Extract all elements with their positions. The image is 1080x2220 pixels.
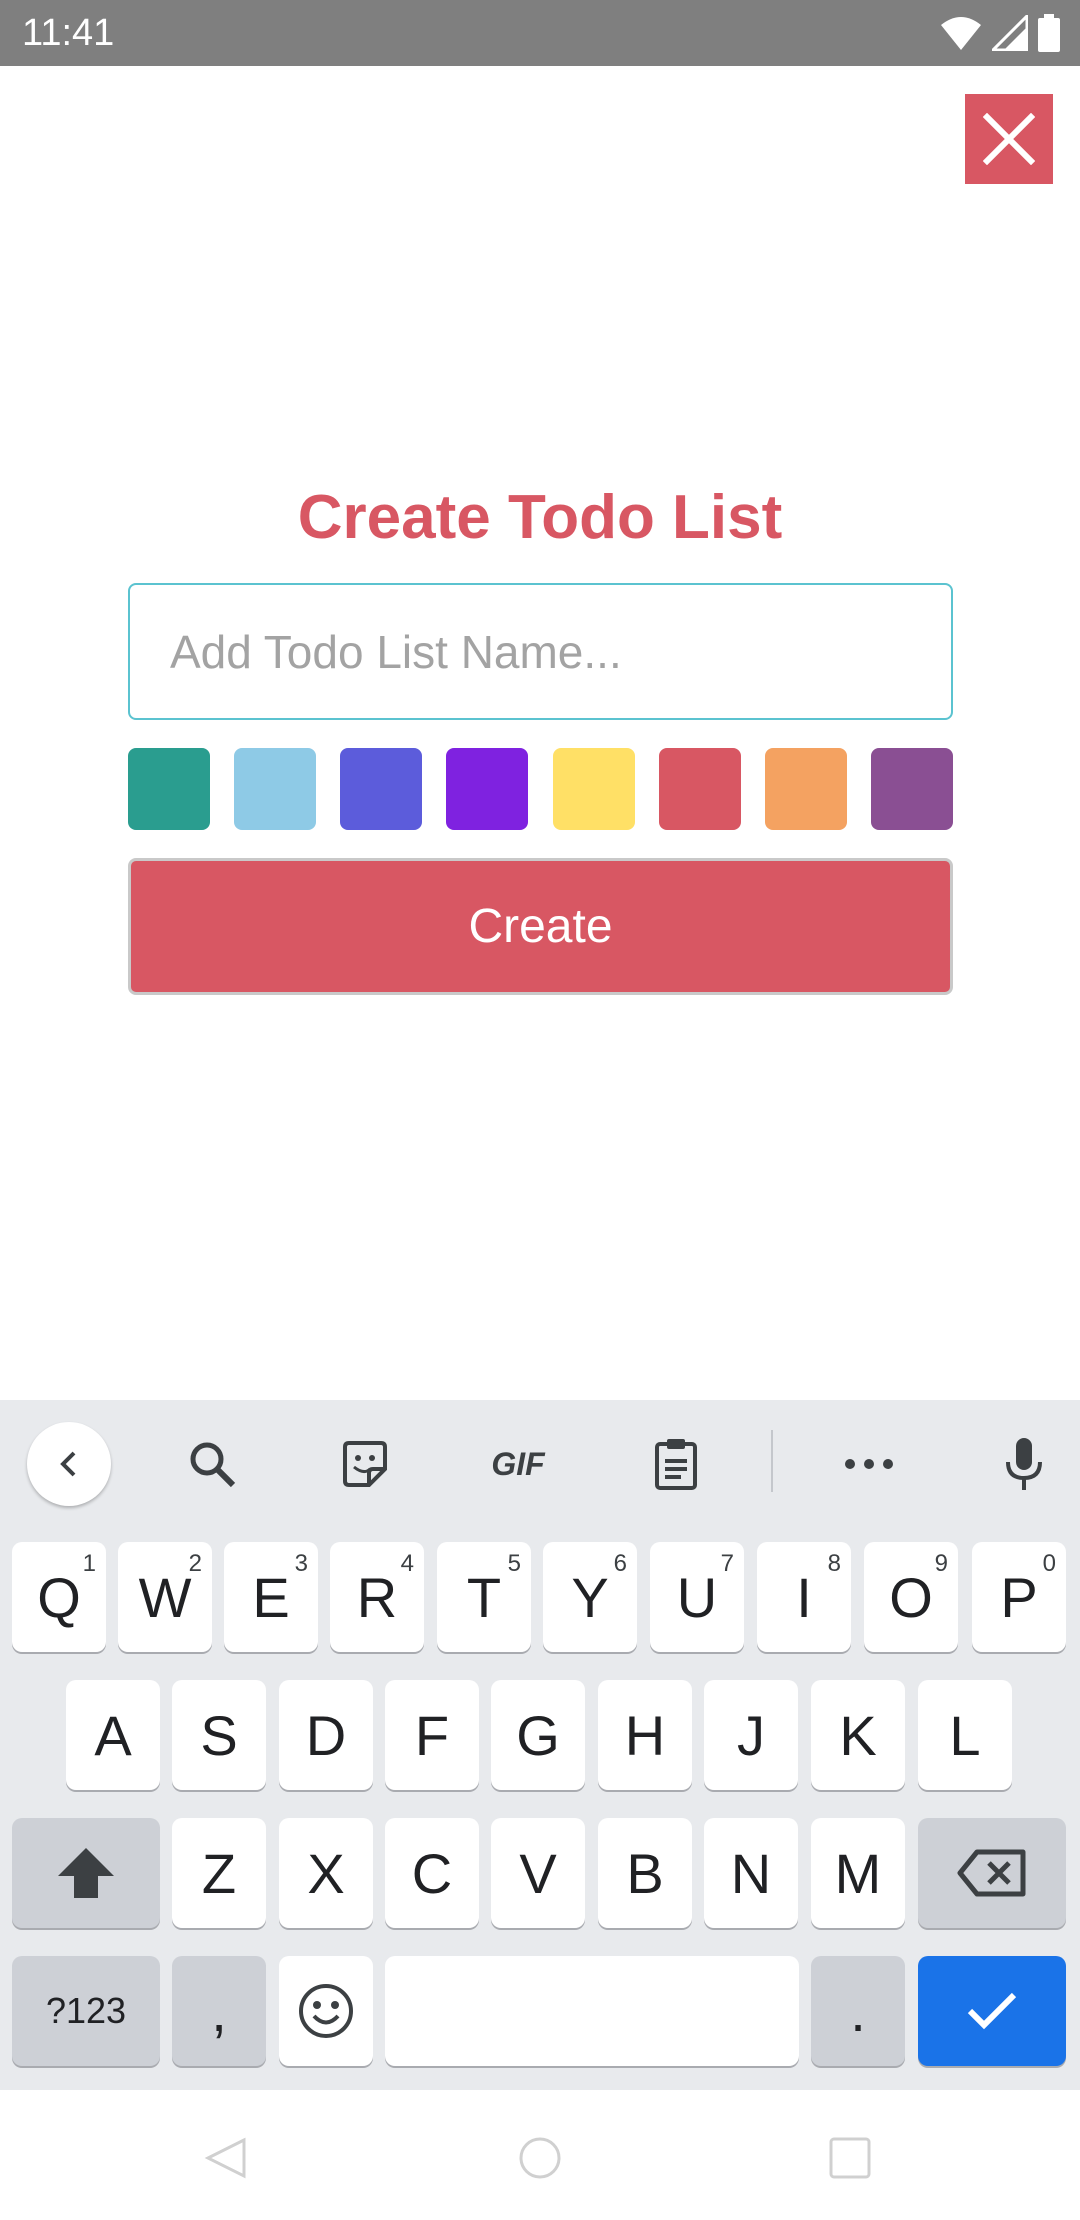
mic-icon: [1006, 1438, 1042, 1490]
keyboard-more-button[interactable]: [827, 1422, 911, 1506]
key-w[interactable]: W2: [118, 1542, 212, 1652]
recents-square-icon: [829, 2137, 871, 2179]
key-b[interactable]: B: [598, 1818, 692, 1928]
toolbar-divider: [771, 1430, 773, 1492]
key-u[interactable]: U7: [650, 1542, 744, 1652]
page-title: Create Todo List: [297, 483, 783, 552]
key-t[interactable]: T5: [437, 1542, 531, 1652]
keyboard-mic-button[interactable]: [982, 1422, 1066, 1506]
wifi-icon: [941, 17, 981, 50]
color-swatch-purple[interactable]: [870, 748, 953, 830]
key-r[interactable]: R4: [330, 1542, 424, 1652]
navigation-bar: [0, 2090, 1080, 2220]
key-e[interactable]: E3: [224, 1542, 318, 1652]
status-time: 11:41: [22, 12, 115, 54]
color-swatch-violet[interactable]: [446, 748, 529, 830]
shift-key[interactable]: [12, 1818, 160, 1928]
space-key[interactable]: [385, 1956, 799, 2066]
search-icon: [190, 1442, 236, 1488]
keyboard-toolbar: GIF: [0, 1400, 1080, 1525]
nav-back-button[interactable]: [196, 2128, 256, 2188]
status-bar: 11:41: [0, 0, 1080, 66]
enter-key[interactable]: [918, 1956, 1066, 2066]
keyboard-gif-button[interactable]: GIF: [476, 1422, 560, 1506]
keyboard-search-button[interactable]: [170, 1422, 254, 1506]
key-f[interactable]: F: [385, 1680, 479, 1790]
color-swatch-light-blue[interactable]: [234, 748, 317, 830]
period-key[interactable]: .: [811, 1956, 905, 2066]
key-y[interactable]: Y6: [543, 1542, 637, 1652]
keyboard-back-button[interactable]: [27, 1422, 111, 1506]
key-i[interactable]: I8: [757, 1542, 851, 1652]
shift-icon: [58, 1848, 114, 1898]
key-j[interactable]: J: [704, 1680, 798, 1790]
close-icon: [983, 113, 1035, 165]
key-q[interactable]: Q1: [12, 1542, 106, 1652]
key-p[interactable]: P0: [972, 1542, 1066, 1652]
signal-icon: [992, 15, 1028, 51]
key-a[interactable]: A: [66, 1680, 160, 1790]
create-button[interactable]: Create: [128, 858, 953, 995]
key-m[interactable]: M: [811, 1818, 905, 1928]
status-icons: [940, 12, 1060, 54]
comma-key[interactable]: ,: [172, 1956, 266, 2066]
color-swatch-red[interactable]: [658, 748, 741, 830]
symbols-key[interactable]: ?123: [12, 1956, 160, 2066]
color-swatch-teal[interactable]: [128, 748, 210, 830]
keyboard-sticker-button[interactable]: [323, 1422, 407, 1506]
key-z[interactable]: Z: [172, 1818, 266, 1928]
battery-icon: [1038, 14, 1060, 52]
close-button[interactable]: [965, 94, 1053, 184]
soft-keyboard: GIF Q1 W2 E3 R4 T5 Y6 U7 I8 O9 P0 A S D …: [0, 1400, 1080, 2090]
back-triangle-icon: [204, 2137, 246, 2179]
more-icon: [845, 1459, 893, 1469]
key-o[interactable]: O9: [864, 1542, 958, 1652]
backspace-icon: [957, 1849, 1026, 1897]
key-c[interactable]: C: [385, 1818, 479, 1928]
key-s[interactable]: S: [172, 1680, 266, 1790]
color-swatches: [128, 748, 953, 830]
key-h[interactable]: H: [598, 1680, 692, 1790]
nav-home-button[interactable]: [510, 2128, 570, 2188]
color-swatch-orange[interactable]: [764, 748, 847, 830]
sticker-icon: [343, 1441, 387, 1487]
back-icon: [60, 1451, 76, 1477]
key-d[interactable]: D: [279, 1680, 373, 1790]
checkmark-icon: [967, 1992, 1017, 2030]
key-l[interactable]: L: [918, 1680, 1012, 1790]
key-x[interactable]: X: [279, 1818, 373, 1928]
home-circle-icon: [519, 2137, 561, 2179]
emoji-key[interactable]: [279, 1956, 373, 2066]
keyboard-clipboard-button[interactable]: [634, 1422, 718, 1506]
emoji-icon: [299, 1984, 353, 2038]
todo-list-name-input[interactable]: [128, 583, 953, 720]
clipboard-icon: [655, 1439, 697, 1490]
key-n[interactable]: N: [704, 1818, 798, 1928]
backspace-key[interactable]: [918, 1818, 1066, 1928]
key-v[interactable]: V: [491, 1818, 585, 1928]
key-g[interactable]: G: [491, 1680, 585, 1790]
color-swatch-yellow[interactable]: [552, 748, 635, 830]
color-swatch-indigo[interactable]: [340, 748, 423, 830]
nav-recents-button[interactable]: [820, 2128, 880, 2188]
key-k[interactable]: K: [811, 1680, 905, 1790]
